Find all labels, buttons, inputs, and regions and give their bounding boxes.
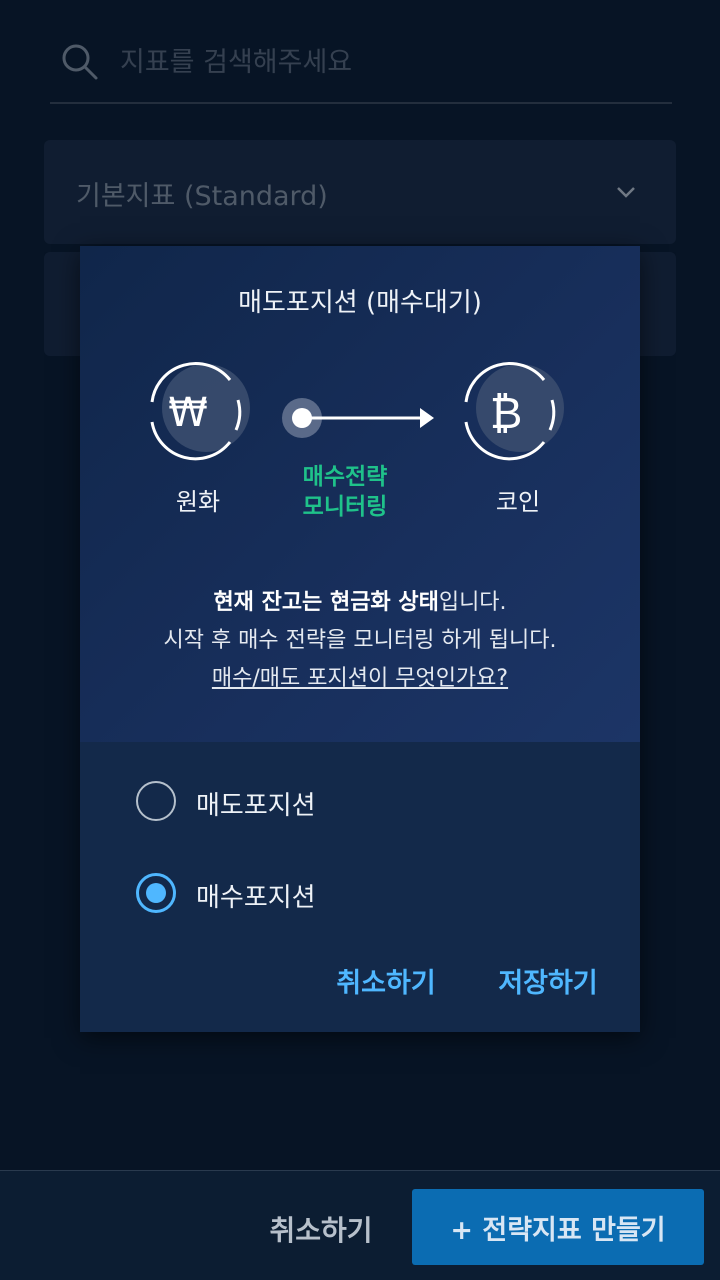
dialog-description: 현재 잔고는 현금화 상태입니다. 시작 후 매수 전략을 모니터링 하게 됩니… — [80, 584, 640, 698]
dialog-cancel-button[interactable]: 취소하기 — [324, 954, 448, 1006]
help-link[interactable]: 매수/매도 포지션이 무엇인가요? — [212, 666, 508, 691]
svg-text:₿: ₿ — [490, 388, 523, 439]
bitcoin-coin-icon: ₿ — [464, 362, 564, 461]
bottom-bar: 취소하기 + 전략지표 만들기 — [0, 1170, 720, 1280]
desc-line2: 시작 후 매수 전략을 모니터링 하게 됩니다. — [163, 628, 557, 653]
cancel-button[interactable]: 취소하기 — [250, 1207, 392, 1251]
monitoring-status: 매수전략 모니터링 — [270, 462, 420, 522]
dialog-save-button[interactable]: 저장하기 — [486, 954, 610, 1006]
svg-text:₩: ₩ — [168, 390, 208, 436]
arrow-right-icon — [282, 398, 434, 438]
position-dialog: 매도포지션 (매수대기) ₩ ₿ 원화 코인 매수전략 모니터링 현재 잔고는 … — [80, 246, 640, 1032]
desc-rest: 입니다. — [438, 590, 507, 615]
coin-label: 코인 — [495, 488, 541, 516]
option-label: 매도포지션 — [196, 791, 316, 821]
radio-dot — [146, 883, 166, 903]
dialog-title: 매도포지션 (매수대기) — [238, 288, 482, 318]
monitor-line2: 모니터링 — [302, 494, 388, 520]
monitor-line1: 매수전략 — [302, 464, 388, 490]
desc-bold: 현재 잔고는 현금화 상태 — [213, 590, 439, 615]
sell-position-option[interactable]: 매도포지션 — [134, 773, 574, 829]
won-label: 원화 — [175, 488, 221, 516]
buy-position-option[interactable]: 매수포지션 — [134, 865, 574, 921]
radio-unchecked[interactable] — [136, 781, 176, 821]
create-strategy-button[interactable]: + 전략지표 만들기 — [412, 1189, 704, 1265]
desc-line1: 현재 잔고는 현금화 상태입니다. — [80, 584, 640, 622]
dialog-header: 매도포지션 (매수대기) ₩ ₿ 원화 코인 매수전략 모니터링 현재 잔고는 … — [80, 246, 640, 742]
won-coin-icon: ₩ — [150, 362, 250, 461]
option-label: 매수포지션 — [196, 883, 316, 913]
radio-checked[interactable] — [136, 873, 176, 913]
